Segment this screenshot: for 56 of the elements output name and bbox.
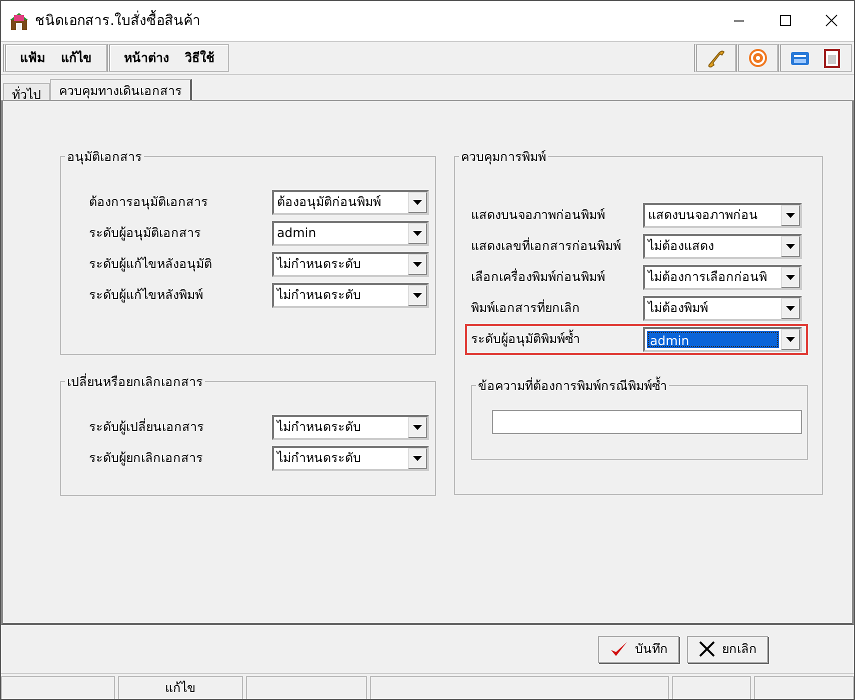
field-label: เลือกเครื่องพิมพ์ก่อนพิมพ์ [471,268,606,286]
tab[interactable]: ควบคุมทางเดินเอกสาร [50,79,192,100]
save-button[interactable]: บันทึก [598,636,679,662]
dropdown[interactable]: ไม่กำหนดระดับ [272,446,429,471]
text-field[interactable] [492,410,802,434]
field-label: ระดับผู้แก้ไขหลังอนุมัติ [89,255,213,274]
dropdown[interactable]: ไม่กำหนดระดับ [272,283,429,308]
group-title: ควบคุมการพิมพ์ [459,148,548,167]
tab[interactable]: ทั่วไป [3,83,50,100]
dropdown[interactable]: admin [643,327,802,352]
menu-item[interactable]: วิธีใช้ [179,46,220,70]
field-label: ระดับผู้อนุมัติเอกสาร [89,224,202,242]
dropdown[interactable]: ไม่ต้องการเลือกก่อนพิ [643,265,802,290]
window-title: ชนิดเอกสาร.ใบสั่งซื้อสินค้า [35,10,716,32]
dropdown[interactable]: ไม่กำหนดระดับ [272,252,429,277]
dropdown[interactable]: แสดงบนจอภาพก่อน [643,203,802,228]
app-icon [9,11,29,31]
dropdown[interactable]: ไม่ต้องพิมพ์ [643,296,802,321]
target-icon [747,47,769,69]
field-label: ต้องการอนุมัติเอกสาร [89,193,209,212]
status-text: แก้ไข [165,678,196,697]
maximize-icon [780,15,791,26]
caret-icon [413,456,422,461]
caret-icon [413,200,422,205]
dropdown[interactable]: ไม่กำหนดระดับ [272,415,429,440]
field-label: ระดับผู้ยกเลิกเอกสาร [89,449,204,468]
menu-item[interactable]: แฟ้ม [14,46,51,70]
close-icon [698,640,716,658]
menu-item[interactable]: แก้ไข [55,46,98,70]
field-label: ระดับผู้อนุมัติพิมพ์ซ้ำ [471,330,581,348]
caret-icon [786,244,795,249]
field-label: ระดับผู้แก้ไขหลังพิมพ์ [89,286,204,304]
group-title: อนุมัติเอกสาร [65,148,144,167]
dropdown[interactable]: admin [272,221,429,246]
field-label: พิมพ์เอกสารที่ยกเลิก [471,299,581,318]
field-label: แสดงบนจอภาพก่อนพิมพ์ [471,206,606,224]
field-label: ระดับผู้เปลี่ยนเอกสาร [89,418,205,436]
field-label: แสดงเลขที่เอกสารก่อนพิมพ์ [471,237,622,256]
caret-icon [413,425,422,430]
calendar-icon [821,47,843,69]
cancel-button[interactable]: ยกเลิก [687,636,768,662]
checkmark-icon [609,640,629,658]
caret-icon [786,213,795,218]
dropdown[interactable]: ไม่ต้องแสดง [643,234,802,259]
caret-icon [413,231,422,236]
caret-icon [413,293,422,298]
caret-icon [786,337,795,342]
menu-item[interactable]: หน้าต่าง [118,46,175,70]
close-icon [826,14,838,26]
caret-icon [786,306,795,311]
minimize-icon [734,20,744,22]
calendar-button[interactable] [821,47,843,69]
caret-icon [413,262,422,267]
dropdown[interactable]: ต้องอนุมัติก่อนพิมพ์ [272,190,429,215]
target-button[interactable] [747,47,769,69]
caret-icon [786,275,795,280]
